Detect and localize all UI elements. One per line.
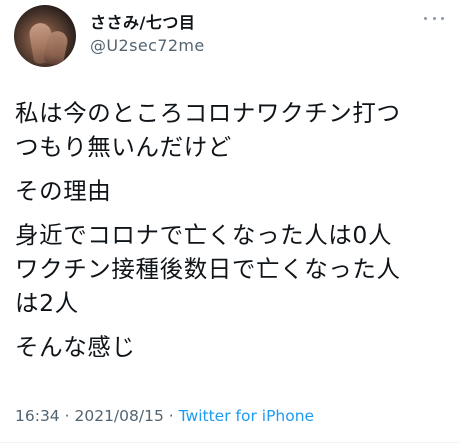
divider bbox=[0, 442, 459, 443]
tweet-text: 私は今のところコロナワクチン打つ つもり無いんだけど その理由 身近でコロナで亡… bbox=[15, 96, 451, 374]
author-handle[interactable]: @U2sec72me bbox=[90, 36, 205, 55]
meta-separator: · bbox=[168, 407, 174, 425]
tweet-paragraph: 私は今のところコロナワクチン打つ つもり無いんだけど bbox=[15, 99, 401, 161]
more-dot bbox=[441, 16, 444, 20]
tweet-source-link[interactable]: Twitter for iPhone bbox=[179, 407, 314, 425]
author-display-name[interactable]: ささみ/七つ目 bbox=[90, 9, 195, 33]
tweet-paragraph: 身近でコロナで亡くなった人は0人 ワクチン接種後数日で亡くなった人 は2人 bbox=[15, 221, 401, 317]
avatar[interactable] bbox=[14, 5, 76, 67]
more-options-icon[interactable] bbox=[424, 12, 444, 24]
tweet-paragraph: その理由 bbox=[15, 177, 112, 205]
more-dot bbox=[424, 16, 427, 20]
tweet-paragraph: そんな感じ bbox=[15, 333, 136, 361]
more-dot bbox=[432, 16, 436, 20]
tweet-metadata: 16:34 · 2021/08/15 · Twitter for iPhone bbox=[15, 407, 314, 425]
meta-separator: · bbox=[64, 407, 70, 425]
tweet-card: ささみ/七つ目 @U2sec72me 私は今のところコロナワクチン打つ つもり無… bbox=[0, 0, 459, 448]
tweet-date[interactable]: 2021/08/15 bbox=[74, 407, 163, 425]
tweet-time[interactable]: 16:34 bbox=[15, 407, 60, 425]
